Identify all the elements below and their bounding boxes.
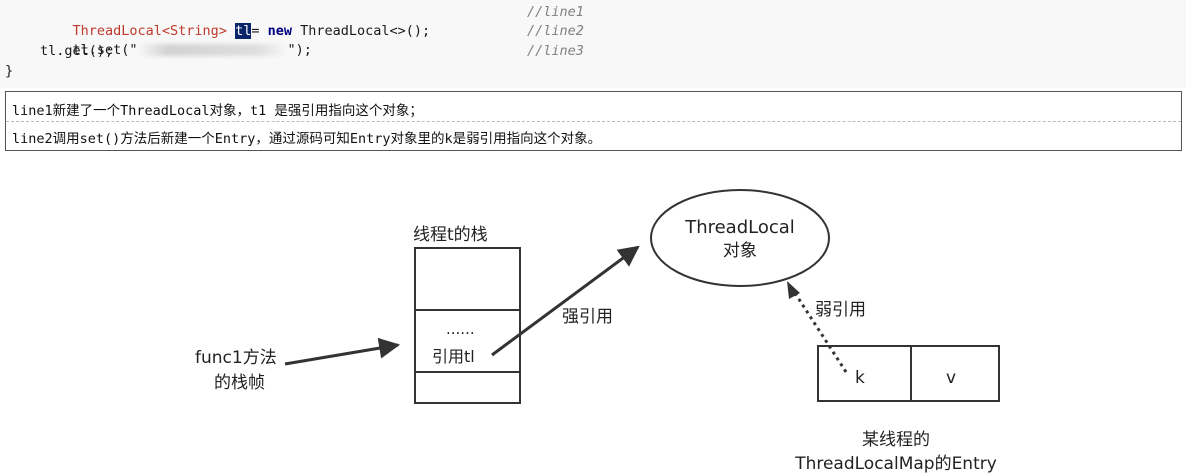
entry-key: k — [855, 368, 865, 388]
threadlocal-object-label: ThreadLocal — [684, 217, 795, 238]
strong-reference-label: 强引用 — [562, 307, 613, 327]
frame-label-line-1: func1方法 — [195, 348, 277, 368]
weak-reference-arrowhead — [787, 281, 800, 299]
stack-title: 线程t的栈 — [413, 225, 488, 245]
frame-pointer-arrow — [284, 337, 401, 366]
threadlocal-object-ellipse — [650, 189, 830, 287]
entry-caption-line-1: 某线程的 — [862, 430, 930, 450]
stack-dots: ...... — [446, 320, 475, 338]
frame-label-line-2: 的栈帧 — [214, 373, 265, 393]
stack-ref-label: 引用tl — [432, 347, 475, 366]
reference-diagram: 线程t的栈 ...... 引用tl func1方法 的栈帧 强引用 Thread… — [195, 189, 1000, 474]
entry-caption-line-2: ThreadLocalMap的Entry — [794, 454, 997, 474]
threadlocal-object-sublabel: 对象 — [723, 241, 757, 261]
weak-reference-label: 弱引用 — [815, 300, 866, 320]
strong-reference-arrow — [491, 245, 640, 357]
entry-value: v — [946, 368, 956, 388]
entry-box — [817, 345, 1000, 402]
